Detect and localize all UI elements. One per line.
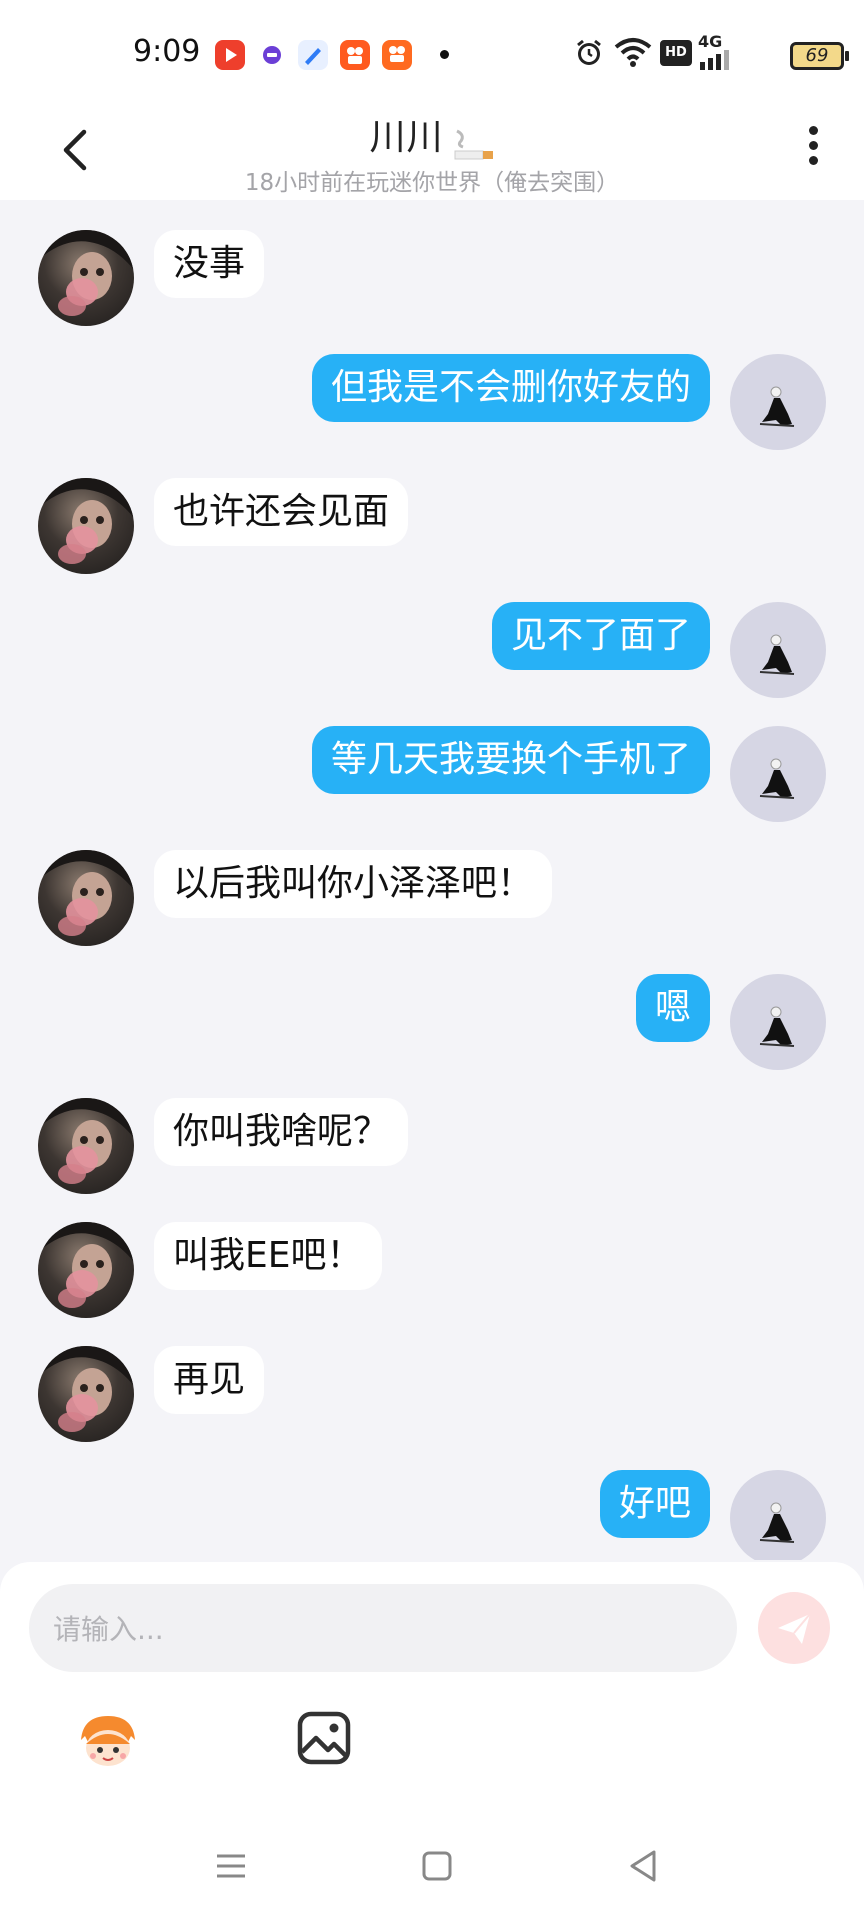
chat-header: 川川 18小时前在玩迷你世界（俺去突围） xyxy=(0,100,864,200)
system-icons: HD 4G 69 xyxy=(574,30,864,74)
incoming-message-bubble[interactable]: 没事 xyxy=(154,230,265,298)
home-nav-icon[interactable] xyxy=(417,1846,457,1886)
contact-avatar[interactable] xyxy=(38,230,134,326)
outgoing-message-bubble[interactable]: 好吧 xyxy=(599,1470,710,1538)
alarm-icon xyxy=(577,39,601,65)
hd-badge: HD xyxy=(660,40,692,66)
dot xyxy=(808,156,818,165)
message-input[interactable] xyxy=(51,1584,715,1674)
signal-icon xyxy=(700,50,729,70)
incoming-message-row: 以后我叫你小泽泽吧！ xyxy=(0,850,864,948)
my-avatar[interactable] xyxy=(730,602,826,698)
menu-nav-icon[interactable] xyxy=(211,1846,251,1886)
cigarette-emoji-icon xyxy=(454,129,493,159)
incoming-message-row: 你叫我啥呢？ xyxy=(0,1098,864,1196)
incoming-message-bubble[interactable]: 叫我EE吧！ xyxy=(154,1222,382,1290)
video-app-icon xyxy=(215,40,245,70)
my-avatar[interactable] xyxy=(730,726,826,822)
battery-indicator: 69 xyxy=(790,42,849,70)
more-options-button[interactable] xyxy=(798,120,828,180)
chat-status-subtitle: 18小时前在玩迷你世界（俺去突围） xyxy=(244,169,620,196)
kuaishou-app-icon xyxy=(340,40,370,70)
chat-title-block: 川川 18小时前在玩迷你世界（俺去突围） xyxy=(0,108,864,197)
more-notifications-dot xyxy=(440,50,449,59)
browser-app-icon xyxy=(298,40,328,70)
outgoing-message-row: 等几天我要换个手机了 xyxy=(0,726,864,824)
image-picker-button[interactable] xyxy=(296,1710,352,1766)
dot xyxy=(808,126,818,135)
wifi-icon xyxy=(614,38,652,67)
incoming-message-bubble[interactable]: 以后我叫你小泽泽吧！ xyxy=(154,850,553,918)
contact-avatar[interactable] xyxy=(38,1222,134,1318)
outgoing-message-bubble[interactable]: 嗯 xyxy=(635,974,710,1042)
my-avatar[interactable] xyxy=(730,1470,826,1560)
incoming-message-bubble[interactable]: 你叫我啥呢？ xyxy=(154,1098,409,1166)
send-button[interactable] xyxy=(758,1592,830,1664)
incoming-message-bubble[interactable]: 也许还会见面 xyxy=(154,478,409,546)
incoming-message-row: 没事 xyxy=(0,230,864,328)
outgoing-message-row: 好吧 xyxy=(0,1470,864,1560)
outgoing-message-bubble[interactable]: 见不了面了 xyxy=(491,602,710,670)
contact-avatar[interactable] xyxy=(38,850,134,946)
contact-avatar[interactable] xyxy=(38,1098,134,1194)
mascot-face-icon xyxy=(81,1716,135,1766)
my-avatar[interactable] xyxy=(730,354,826,450)
status-time: 9:09 xyxy=(133,34,201,69)
incoming-message-row: 叫我EE吧！ xyxy=(0,1222,864,1320)
my-avatar[interactable] xyxy=(730,974,826,1070)
incoming-message-row: 再见 xyxy=(0,1346,864,1444)
outgoing-message-bubble[interactable]: 等几天我要换个手机了 xyxy=(311,726,710,794)
incoming-message-bubble[interactable]: 再见 xyxy=(154,1346,265,1414)
system-navigation-bar xyxy=(0,1830,864,1920)
message-list[interactable]: 没事 但我是不会删你好友的也许还会见面见不了面了等几天我要换个手机了以后我叫你小泽… xyxy=(0,200,864,1560)
back-nav-icon[interactable] xyxy=(624,1846,664,1886)
dot xyxy=(808,141,818,150)
emoji-sticker-button[interactable] xyxy=(73,1710,143,1770)
outgoing-message-row: 但我是不会删你好友的 xyxy=(0,354,864,452)
chat-title: 川川 xyxy=(369,117,444,158)
paper-plane-icon xyxy=(778,1613,811,1644)
kuaishou-lite-app-icon xyxy=(382,40,412,70)
message-app-icon xyxy=(257,40,287,70)
outgoing-message-row: 嗯 xyxy=(0,974,864,1072)
status-bar: 9:09 HD 4G 69 xyxy=(0,0,864,100)
outgoing-message-row: 见不了面了 xyxy=(0,602,864,700)
outgoing-message-bubble[interactable]: 但我是不会删你好友的 xyxy=(311,354,710,422)
image-icon xyxy=(297,1711,351,1765)
incoming-message-row: 也许还会见面 xyxy=(0,478,864,576)
message-input-container[interactable] xyxy=(29,1584,737,1674)
contact-avatar[interactable] xyxy=(38,1346,134,1442)
contact-avatar[interactable] xyxy=(38,478,134,574)
